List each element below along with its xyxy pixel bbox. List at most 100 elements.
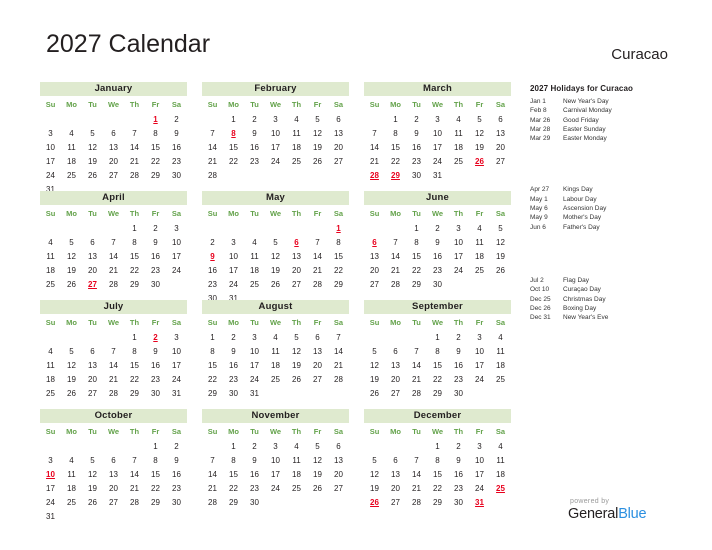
month-title: September — [364, 300, 511, 314]
day-cell: 16 — [151, 360, 160, 370]
weekday-mo: Mo — [390, 100, 401, 109]
day-cell: 15 — [433, 469, 442, 479]
week-row: 9 10 11 12 13 14 15 — [202, 249, 349, 263]
holiday-name: Mother's Day — [563, 214, 602, 222]
weekday-header-row: Su Mo Tu We Th Fr Sa — [202, 315, 349, 330]
day-cell: 9 — [252, 455, 257, 465]
day-cell-holiday: 26 — [475, 156, 484, 166]
holiday-date: Feb 8 — [530, 107, 547, 115]
day-cell: 26 — [370, 388, 379, 398]
weekday-sa: Sa — [333, 427, 344, 436]
page-header: 2027 Calendar Curacao — [0, 0, 712, 78]
powered-by-label: powered by — [570, 498, 610, 505]
month-row: April Su Mo Tu We Th Fr Sa 1 2 3 4 5 6 7 8 9 10 11 12 13 14 1… — [40, 191, 512, 303]
week-row: 11 12 13 14 15 16 17 — [40, 358, 187, 372]
day-cell: 11 — [67, 142, 76, 152]
weekday-we: We — [431, 427, 444, 436]
weekday-su: Su — [45, 100, 56, 109]
day-cell: 13 — [334, 128, 343, 138]
holiday-name: Boxing Day — [563, 304, 597, 312]
day-cell: 18 — [454, 142, 463, 152]
holiday-name: Curaçao Day — [563, 286, 601, 294]
day-cell-empty — [265, 221, 286, 235]
week-row: 29 30 31 — [202, 386, 349, 400]
day-cell-empty — [223, 221, 244, 235]
day-cell: 12 — [67, 360, 76, 370]
weekday-su: Su — [207, 318, 218, 327]
holiday-name: Kings Day — [563, 186, 593, 194]
holiday-list-item: Oct 10 Curaçao Day — [530, 285, 708, 294]
week-row: 28 29 30 — [202, 495, 349, 509]
weekday-th: Th — [291, 427, 302, 436]
month-title: August — [202, 300, 349, 314]
day-cell: 5 — [69, 237, 74, 247]
day-cell-empty — [124, 112, 145, 126]
weekday-header-row: Su Mo Tu We Th Fr Sa — [364, 424, 511, 439]
day-cell: 17 — [172, 251, 181, 261]
day-cell: 3 — [231, 237, 236, 247]
day-cell: 20 — [292, 265, 301, 275]
week-row: 26 27 28 29 30 — [364, 386, 511, 400]
day-cell: 9 — [231, 346, 236, 356]
week-row: 10 11 12 13 14 15 16 — [40, 467, 187, 481]
day-cell: 10 — [475, 455, 484, 465]
weekday-sa: Sa — [333, 318, 344, 327]
day-cell: 11 — [46, 360, 55, 370]
weekday-fr: Fr — [151, 318, 160, 327]
day-cell: 15 — [130, 251, 139, 261]
day-cell: 23 — [412, 156, 421, 166]
holidays-heading: 2027 Holidays for Curacao — [530, 84, 633, 93]
day-cell: 2 — [435, 223, 440, 233]
day-cell: 4 — [69, 455, 74, 465]
day-cell: 22 — [334, 265, 343, 275]
weekday-mo: Mo — [66, 318, 77, 327]
holiday-list-item: Jun 6 Father's Day — [530, 223, 708, 232]
day-cell-empty — [166, 509, 187, 523]
weekday-tu: Tu — [88, 318, 97, 327]
week-row: 15 16 17 18 19 20 21 — [202, 358, 349, 372]
page-title: 2027 Calendar — [46, 30, 211, 58]
day-cell: 23 — [172, 483, 181, 493]
day-cell: 18 — [46, 265, 55, 275]
day-cell-empty — [124, 509, 145, 523]
weekday-tu: Tu — [88, 100, 97, 109]
day-cell: 31 — [172, 388, 181, 398]
month-block-march: March Su Mo Tu We Th Fr Sa 1 2 3 4 5 6 7 8 9 10 11 12 13 14 1… — [364, 82, 511, 190]
week-row: 25 26 27 28 29 30 31 — [40, 386, 187, 400]
day-cell-empty — [244, 221, 265, 235]
day-cell: 29 — [334, 279, 343, 289]
day-cell: 16 — [172, 142, 181, 152]
day-cell: 1 — [132, 332, 137, 342]
weekday-header-row: Su Mo Tu We Th Fr Sa — [202, 97, 349, 112]
week-row: 4 5 6 7 8 9 10 — [40, 344, 187, 358]
weekday-sa: Sa — [171, 100, 182, 109]
day-cell: 11 — [250, 251, 259, 261]
day-cell: 5 — [477, 114, 482, 124]
month-row: October Su Mo Tu We Th Fr Sa 1 2 3 4 5 6 7 8 9 10 11 12 13 1… — [40, 409, 512, 521]
day-cell: 21 — [109, 265, 118, 275]
day-cell: 8 — [153, 455, 158, 465]
weekday-tu: Tu — [250, 427, 259, 436]
week-row: 21 22 23 24 25 26 27 — [202, 481, 349, 495]
day-cell: 12 — [496, 237, 505, 247]
day-cell: 9 — [435, 237, 440, 247]
day-cell: 26 — [496, 265, 505, 275]
day-cell: 28 — [208, 170, 217, 180]
day-cell-empty — [385, 221, 406, 235]
country-label: Curacao — [611, 46, 668, 63]
day-cell: 28 — [109, 388, 118, 398]
weekday-we: We — [107, 100, 120, 109]
day-cell: 6 — [393, 455, 398, 465]
day-cell-empty — [145, 509, 166, 523]
day-cell: 21 — [130, 483, 139, 493]
day-cell: 23 — [151, 374, 160, 384]
day-cell: 4 — [456, 114, 461, 124]
day-cell: 1 — [435, 441, 440, 451]
day-cell: 17 — [46, 483, 55, 493]
day-cell: 23 — [208, 279, 217, 289]
day-cell-empty — [40, 330, 61, 344]
day-cell: 10 — [229, 251, 238, 261]
day-cell: 18 — [475, 251, 484, 261]
weekday-su: Su — [207, 100, 218, 109]
holiday-groups: Jan 1 New Year's Day Feb 8 Carnival Monday M… — [530, 97, 708, 322]
